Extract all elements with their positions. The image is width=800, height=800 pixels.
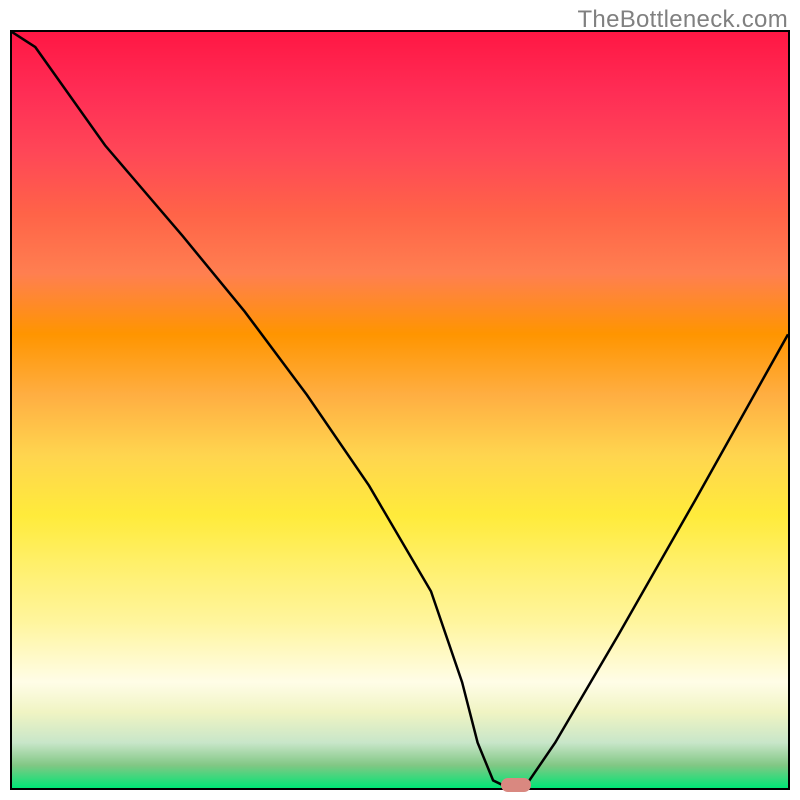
bottleneck-curve — [12, 32, 788, 788]
optimal-marker — [501, 778, 531, 792]
chart-frame — [10, 30, 790, 790]
